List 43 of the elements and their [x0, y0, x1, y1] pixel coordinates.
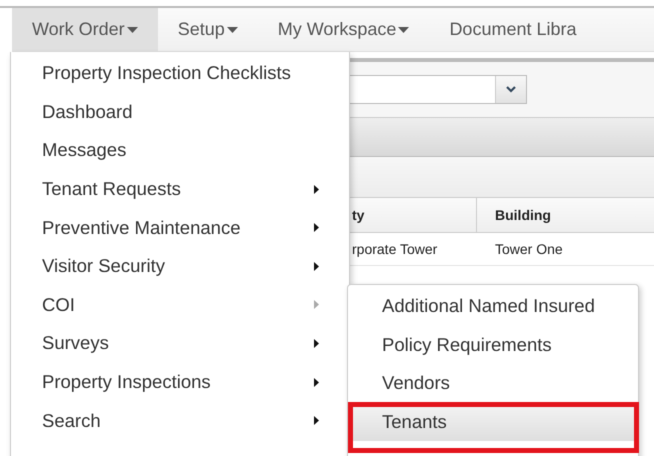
submenu-item[interactable]: Additional Named Insured: [348, 287, 638, 326]
nav-menu-item[interactable]: My Workspace: [258, 8, 430, 51]
submenu-item[interactable]: Policy Requirements: [348, 326, 638, 364]
menu-item[interactable]: Preventive Maintenance: [11, 208, 349, 247]
nav-menu-item[interactable]: Document Libra: [429, 8, 597, 51]
nav-menu-item[interactable]: Setup: [158, 8, 258, 51]
menu-item-label: Search: [42, 410, 101, 432]
menu-item-label: Tenant Requests: [42, 178, 181, 200]
caret-icon: [126, 26, 138, 32]
submenu-item[interactable]: Vendors: [348, 364, 638, 403]
submenu-arrow-icon: [314, 300, 319, 310]
menu-item-label: COI: [42, 294, 75, 316]
table-cell-text: rporate Tower: [351, 240, 438, 259]
nav-menu-item[interactable]: Work Order: [12, 8, 158, 51]
submenu-arrow-icon: [314, 223, 319, 232]
column-header[interactable]: Building: [476, 198, 654, 232]
menu-item-label: Messages: [42, 139, 126, 162]
menu-item-label: Property Inspections: [42, 371, 211, 394]
menu-item[interactable]: Visitor Security: [11, 246, 349, 286]
submenu-arrow-icon: [314, 262, 319, 271]
submenu-arrow-icon: [314, 416, 319, 426]
submenu-arrow-icon: [314, 184, 319, 194]
menu-item[interactable]: Property Inspection Checklists: [11, 54, 349, 93]
chevron-down-icon: [506, 86, 516, 93]
table-cell-text: Tower One: [494, 240, 564, 259]
submenu-arrow-icon: [314, 338, 319, 348]
menu-item[interactable]: COI: [11, 286, 349, 324]
caret-icon: [226, 26, 238, 32]
dropdown-field[interactable]: [350, 75, 527, 104]
menu-item[interactable]: Surveys: [11, 324, 349, 363]
column-header[interactable]: ty: [350, 198, 476, 232]
menu-item[interactable]: Tenant Requests: [11, 170, 349, 208]
menu-item[interactable]: Messages: [11, 131, 349, 170]
submenu-arrow-icon: [314, 378, 319, 387]
menu-item-label: Preventive Maintenance: [42, 216, 240, 239]
menu-item-label: Property Inspection Checklists: [42, 62, 291, 84]
caret-icon: [398, 26, 410, 32]
menu-item[interactable]: Search: [11, 401, 349, 440]
menu-item-label: Dashboard: [42, 100, 133, 123]
menu-item-label: Surveys: [42, 332, 109, 354]
menu-item[interactable]: Property Inspections: [11, 362, 349, 402]
menu-item[interactable]: Dashboard: [11, 92, 349, 132]
menu-item-label: Visitor Security: [42, 255, 166, 278]
